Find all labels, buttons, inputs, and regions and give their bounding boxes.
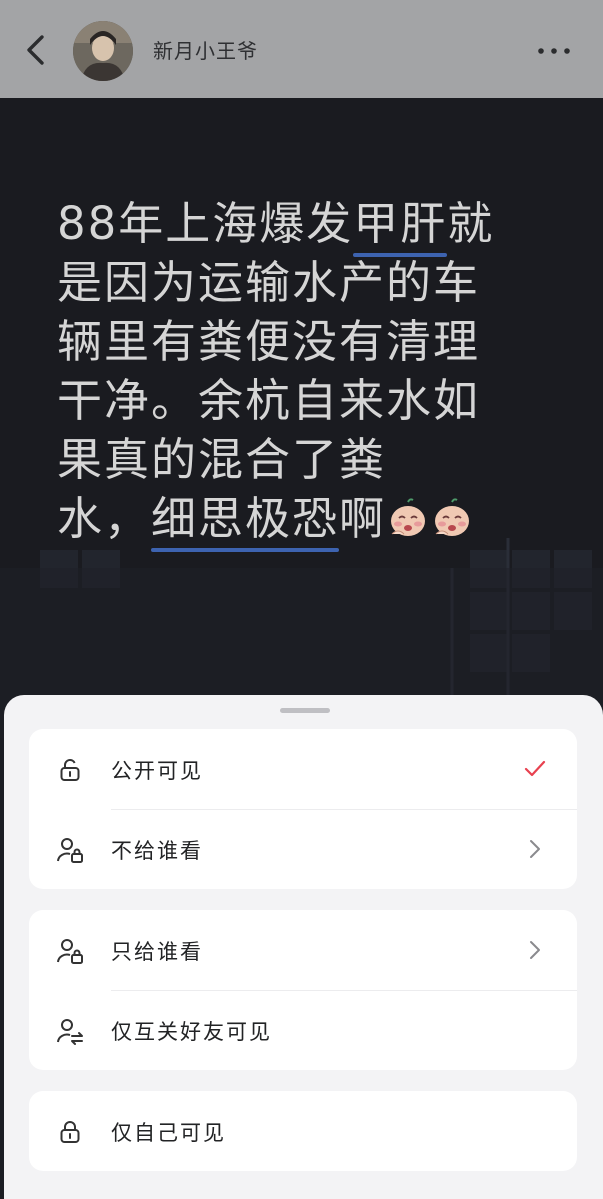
post-text-segment: 干净。余杭自来水如 (57, 374, 481, 427)
chevron-left-icon (27, 35, 44, 65)
crying-emoji-icon (435, 498, 470, 536)
option-only-me[interactable]: 仅自己可见 (29, 1091, 577, 1171)
option-label: 仅自己可见 (111, 1121, 226, 1145)
option-label: 只给谁看 (111, 940, 203, 964)
user-lock-icon (56, 836, 84, 864)
chevron-right-icon (523, 837, 547, 861)
post-line: 辆里有粪便没有清理 (57, 312, 557, 371)
back-button[interactable] (22, 30, 52, 70)
post-text-segment: 是因为运输水产的车 (57, 256, 481, 309)
username[interactable]: 新月小王爷 (153, 35, 258, 64)
option-public[interactable]: 公开可见 (29, 729, 577, 809)
post-text-segment: 果真的混合了粪 (57, 433, 387, 486)
post-line: 水，细思极恐啊 (57, 489, 557, 552)
crying-emoji-icon (391, 498, 426, 536)
lock-open-icon (56, 756, 84, 784)
visibility-sheet: 公开可见 不给谁看 只给谁看 仅互关好友可见 仅自己可见 (4, 695, 603, 1199)
post-text: 88年上海爆发甲肝就 是因为运输水产的车 辆里有粪便没有清理 干净。余杭自来水如 果真的… (57, 194, 557, 552)
visibility-group-1: 公开可见 不给谁看 (29, 729, 577, 889)
option-hide-from[interactable]: 不给谁看 (29, 809, 577, 889)
avatar-image (73, 21, 133, 81)
post-content: 88年上海爆发甲肝就 是因为运输水产的车 辆里有粪便没有清理 干净。余杭自来水如 果真的… (0, 98, 603, 738)
highlighted-keyword[interactable]: 甲肝 (353, 194, 448, 257)
post-line: 干净。余杭自来水如 (57, 371, 557, 430)
post-line: 88年上海爆发甲肝就 (57, 194, 557, 257)
post-text-segment: 辆里有粪便没有清理 (57, 315, 481, 368)
mutual-friends-icon (56, 1017, 84, 1045)
top-bar: 新月小王爷 (0, 0, 603, 98)
post-line: 是因为运输水产的车 (57, 253, 557, 312)
visibility-group-2: 只给谁看 仅互关好友可见 (29, 910, 577, 1070)
drag-handle[interactable] (280, 708, 330, 713)
post-text-segment: 水， (57, 492, 152, 545)
option-only-show-to[interactable]: 只给谁看 (29, 910, 577, 990)
post-line: 果真的混合了粪 (57, 430, 557, 489)
chevron-right-icon (523, 938, 547, 962)
more-horizontal-icon (538, 48, 570, 54)
post-text-segment: 啊 (339, 492, 387, 545)
highlighted-keyword[interactable]: 细思极恐 (151, 489, 340, 552)
visibility-group-3: 仅自己可见 (29, 1091, 577, 1171)
option-mutual-friends[interactable]: 仅互关好友可见 (29, 990, 577, 1070)
avatar[interactable] (73, 21, 133, 81)
option-label: 不给谁看 (111, 839, 203, 863)
post-text-segment: 88年上海爆发 (57, 197, 354, 250)
option-label: 公开可见 (111, 759, 203, 783)
lock-icon (56, 1118, 84, 1146)
post-text-segment: 就 (447, 197, 495, 250)
more-button[interactable] (532, 36, 576, 66)
user-lock-icon (56, 937, 84, 965)
check-icon (523, 757, 547, 781)
option-label: 仅互关好友可见 (111, 1020, 272, 1044)
